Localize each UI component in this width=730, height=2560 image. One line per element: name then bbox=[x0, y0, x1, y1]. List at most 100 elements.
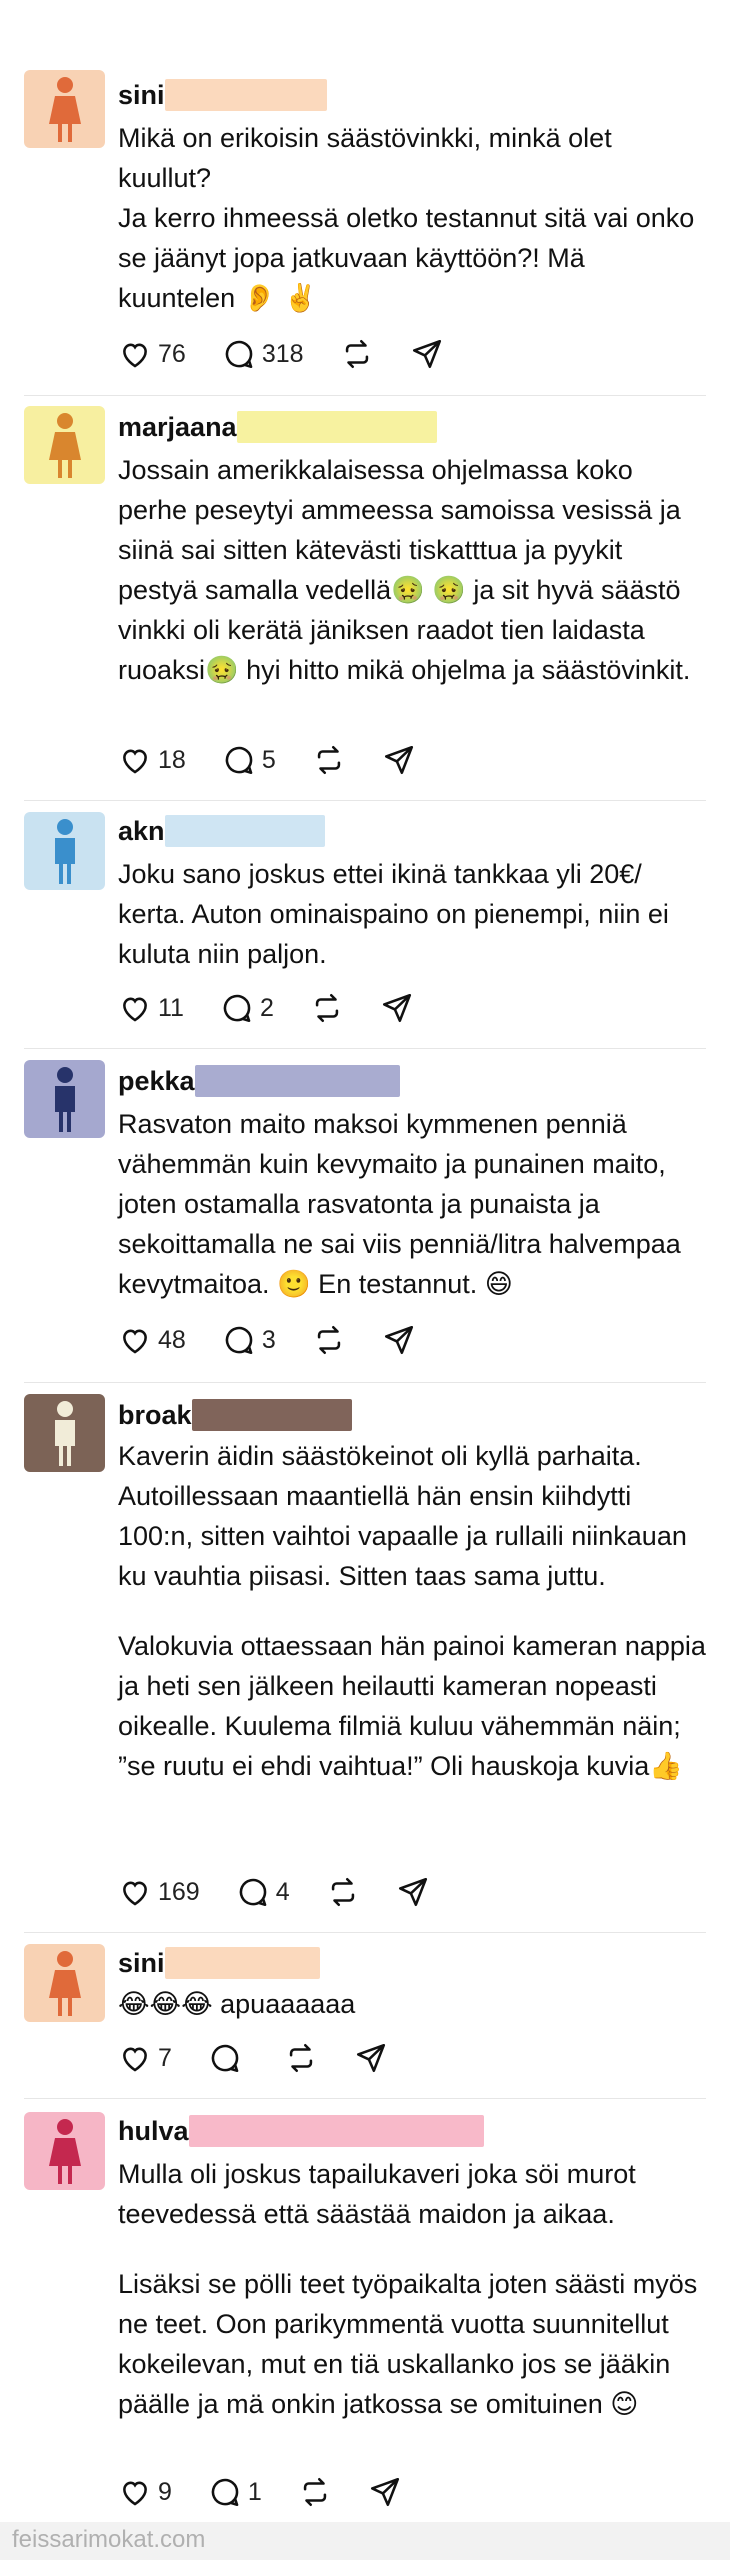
repost-icon bbox=[315, 993, 339, 1023]
comment-count: 1 bbox=[247, 2477, 262, 2506]
divider bbox=[24, 1048, 706, 1049]
username-text: marjaana bbox=[118, 412, 237, 442]
comment-icon bbox=[211, 2478, 239, 2507]
repost-icon bbox=[345, 339, 368, 369]
like-button[interactable]: 48 bbox=[118, 1323, 186, 1357]
repost-button[interactable] bbox=[312, 743, 346, 777]
person-icon bbox=[48, 413, 81, 478]
repost-button[interactable] bbox=[284, 2041, 318, 2075]
redacted-name bbox=[164, 815, 325, 847]
username-text: sini bbox=[118, 1948, 165, 1978]
avatar[interactable] bbox=[24, 812, 105, 890]
person-icon bbox=[54, 1067, 75, 1132]
like-count: 9 bbox=[158, 2477, 172, 2506]
post-paragraph: 😂😂😂 apuaaaaaa bbox=[118, 1989, 356, 2019]
comment-icon bbox=[225, 746, 253, 775]
share-button[interactable] bbox=[382, 1323, 416, 1357]
divider bbox=[24, 2098, 706, 2099]
comment-icon bbox=[225, 340, 253, 369]
post-body: Joku sano joskus ettei ikinä tankkaa yli… bbox=[118, 854, 708, 974]
divider bbox=[24, 1932, 706, 1933]
like-button[interactable]: 76 bbox=[118, 337, 186, 371]
like-button[interactable]: 169 bbox=[118, 1875, 200, 1909]
username[interactable]: broak bbox=[118, 1396, 352, 1434]
share-button[interactable] bbox=[396, 1875, 430, 1909]
post-body: Rasvaton maito maksoi kymmenen penniä vä… bbox=[118, 1104, 708, 1304]
share-button[interactable] bbox=[354, 2041, 388, 2075]
avatar[interactable] bbox=[24, 2112, 105, 2190]
avatar[interactable] bbox=[24, 1944, 105, 2022]
action-bar: 76 318 bbox=[118, 334, 480, 374]
avatar[interactable] bbox=[24, 1060, 105, 1138]
post-paragraph: Mikä on erikoisin säästövinkki, minkä ol… bbox=[118, 123, 612, 193]
comment-button[interactable]: 4 bbox=[236, 1875, 290, 1909]
comment-button[interactable]: 2 bbox=[220, 991, 274, 1025]
avatar[interactable] bbox=[24, 1394, 105, 1472]
watermark-bar: feissarimokat.com bbox=[0, 2522, 730, 2560]
send-icon bbox=[382, 993, 411, 1023]
username-text: broak bbox=[118, 1400, 192, 1430]
repost-button[interactable] bbox=[340, 337, 374, 371]
like-button[interactable]: 18 bbox=[118, 743, 186, 777]
like-button[interactable]: 9 bbox=[118, 2475, 172, 2509]
post-body: Mulla oli joskus tapailukaveri joka söi … bbox=[118, 2154, 708, 2424]
comment-button[interactable] bbox=[208, 2041, 248, 2075]
repost-button[interactable] bbox=[312, 1323, 346, 1357]
heart-icon bbox=[123, 997, 147, 1022]
action-bar: 18 5 bbox=[118, 740, 452, 780]
redacted-name bbox=[194, 1065, 400, 1097]
action-bar: 169 4 bbox=[118, 1872, 466, 1912]
comment-button[interactable]: 3 bbox=[222, 1323, 276, 1357]
repost-button[interactable] bbox=[326, 1875, 360, 1909]
repost-icon bbox=[303, 2477, 327, 2507]
post-paragraph: Kaverin äidin säästökeinot oli kyllä par… bbox=[118, 1441, 687, 1591]
username-text: pekka bbox=[118, 1066, 195, 1096]
action-bar: 48 3 bbox=[118, 1320, 452, 1360]
watermark-text: feissarimokat.com bbox=[12, 2526, 206, 2553]
heart-icon bbox=[123, 2047, 147, 2072]
comment-count: 318 bbox=[261, 339, 304, 368]
comment-count: 5 bbox=[261, 745, 276, 774]
share-button[interactable] bbox=[382, 743, 416, 777]
username[interactable]: akn bbox=[118, 812, 325, 850]
action-bar: 7 bbox=[118, 2038, 424, 2078]
post-paragraph: Jossain amerikkalaisessa ohjelmassa koko… bbox=[118, 455, 691, 685]
repost-button[interactable] bbox=[310, 991, 344, 1025]
send-icon bbox=[384, 1325, 413, 1355]
username[interactable]: sini bbox=[118, 76, 327, 114]
repost-button[interactable] bbox=[298, 2475, 332, 2509]
heart-icon bbox=[123, 1881, 147, 1906]
share-button[interactable] bbox=[368, 2475, 402, 2509]
comment-button[interactable]: 1 bbox=[208, 2475, 262, 2509]
share-button[interactable] bbox=[380, 991, 414, 1025]
redacted-name bbox=[188, 2115, 484, 2147]
username[interactable]: hulva bbox=[118, 2112, 484, 2150]
username[interactable]: pekka bbox=[118, 1062, 400, 1100]
redacted-name bbox=[191, 1399, 352, 1431]
avatar[interactable] bbox=[24, 70, 105, 148]
post-paragraph: Joku sano joskus ettei ikinä tankkaa yli… bbox=[118, 859, 669, 969]
person-icon bbox=[48, 1951, 81, 2016]
like-button[interactable]: 11 bbox=[118, 991, 184, 1025]
like-count: 76 bbox=[158, 339, 186, 368]
send-icon bbox=[384, 745, 413, 775]
post-body: Mikä on erikoisin säästövinkki, minkä ol… bbox=[118, 118, 708, 318]
username[interactable]: sini bbox=[118, 1944, 320, 1982]
repost-icon bbox=[289, 2043, 313, 2073]
post-body: Jossain amerikkalaisessa ohjelmassa koko… bbox=[118, 450, 708, 690]
comment-icon bbox=[239, 1878, 267, 1907]
comment-count: 2 bbox=[259, 993, 274, 1022]
post-paragraph: Ja kerro ihmeessä oletko testannut sitä … bbox=[118, 203, 695, 313]
share-button[interactable] bbox=[410, 337, 444, 371]
send-icon bbox=[356, 2043, 385, 2073]
avatar[interactable] bbox=[24, 406, 105, 484]
comment-icon bbox=[223, 994, 251, 1023]
comment-icon bbox=[225, 1326, 253, 1355]
like-button[interactable]: 7 bbox=[118, 2041, 172, 2075]
person-icon bbox=[48, 77, 81, 142]
username[interactable]: marjaana bbox=[118, 408, 437, 446]
action-bar: 9 1 bbox=[118, 2472, 438, 2512]
comment-button[interactable]: 5 bbox=[222, 743, 276, 777]
like-count: 48 bbox=[158, 1325, 186, 1354]
comment-button[interactable]: 318 bbox=[222, 337, 304, 371]
